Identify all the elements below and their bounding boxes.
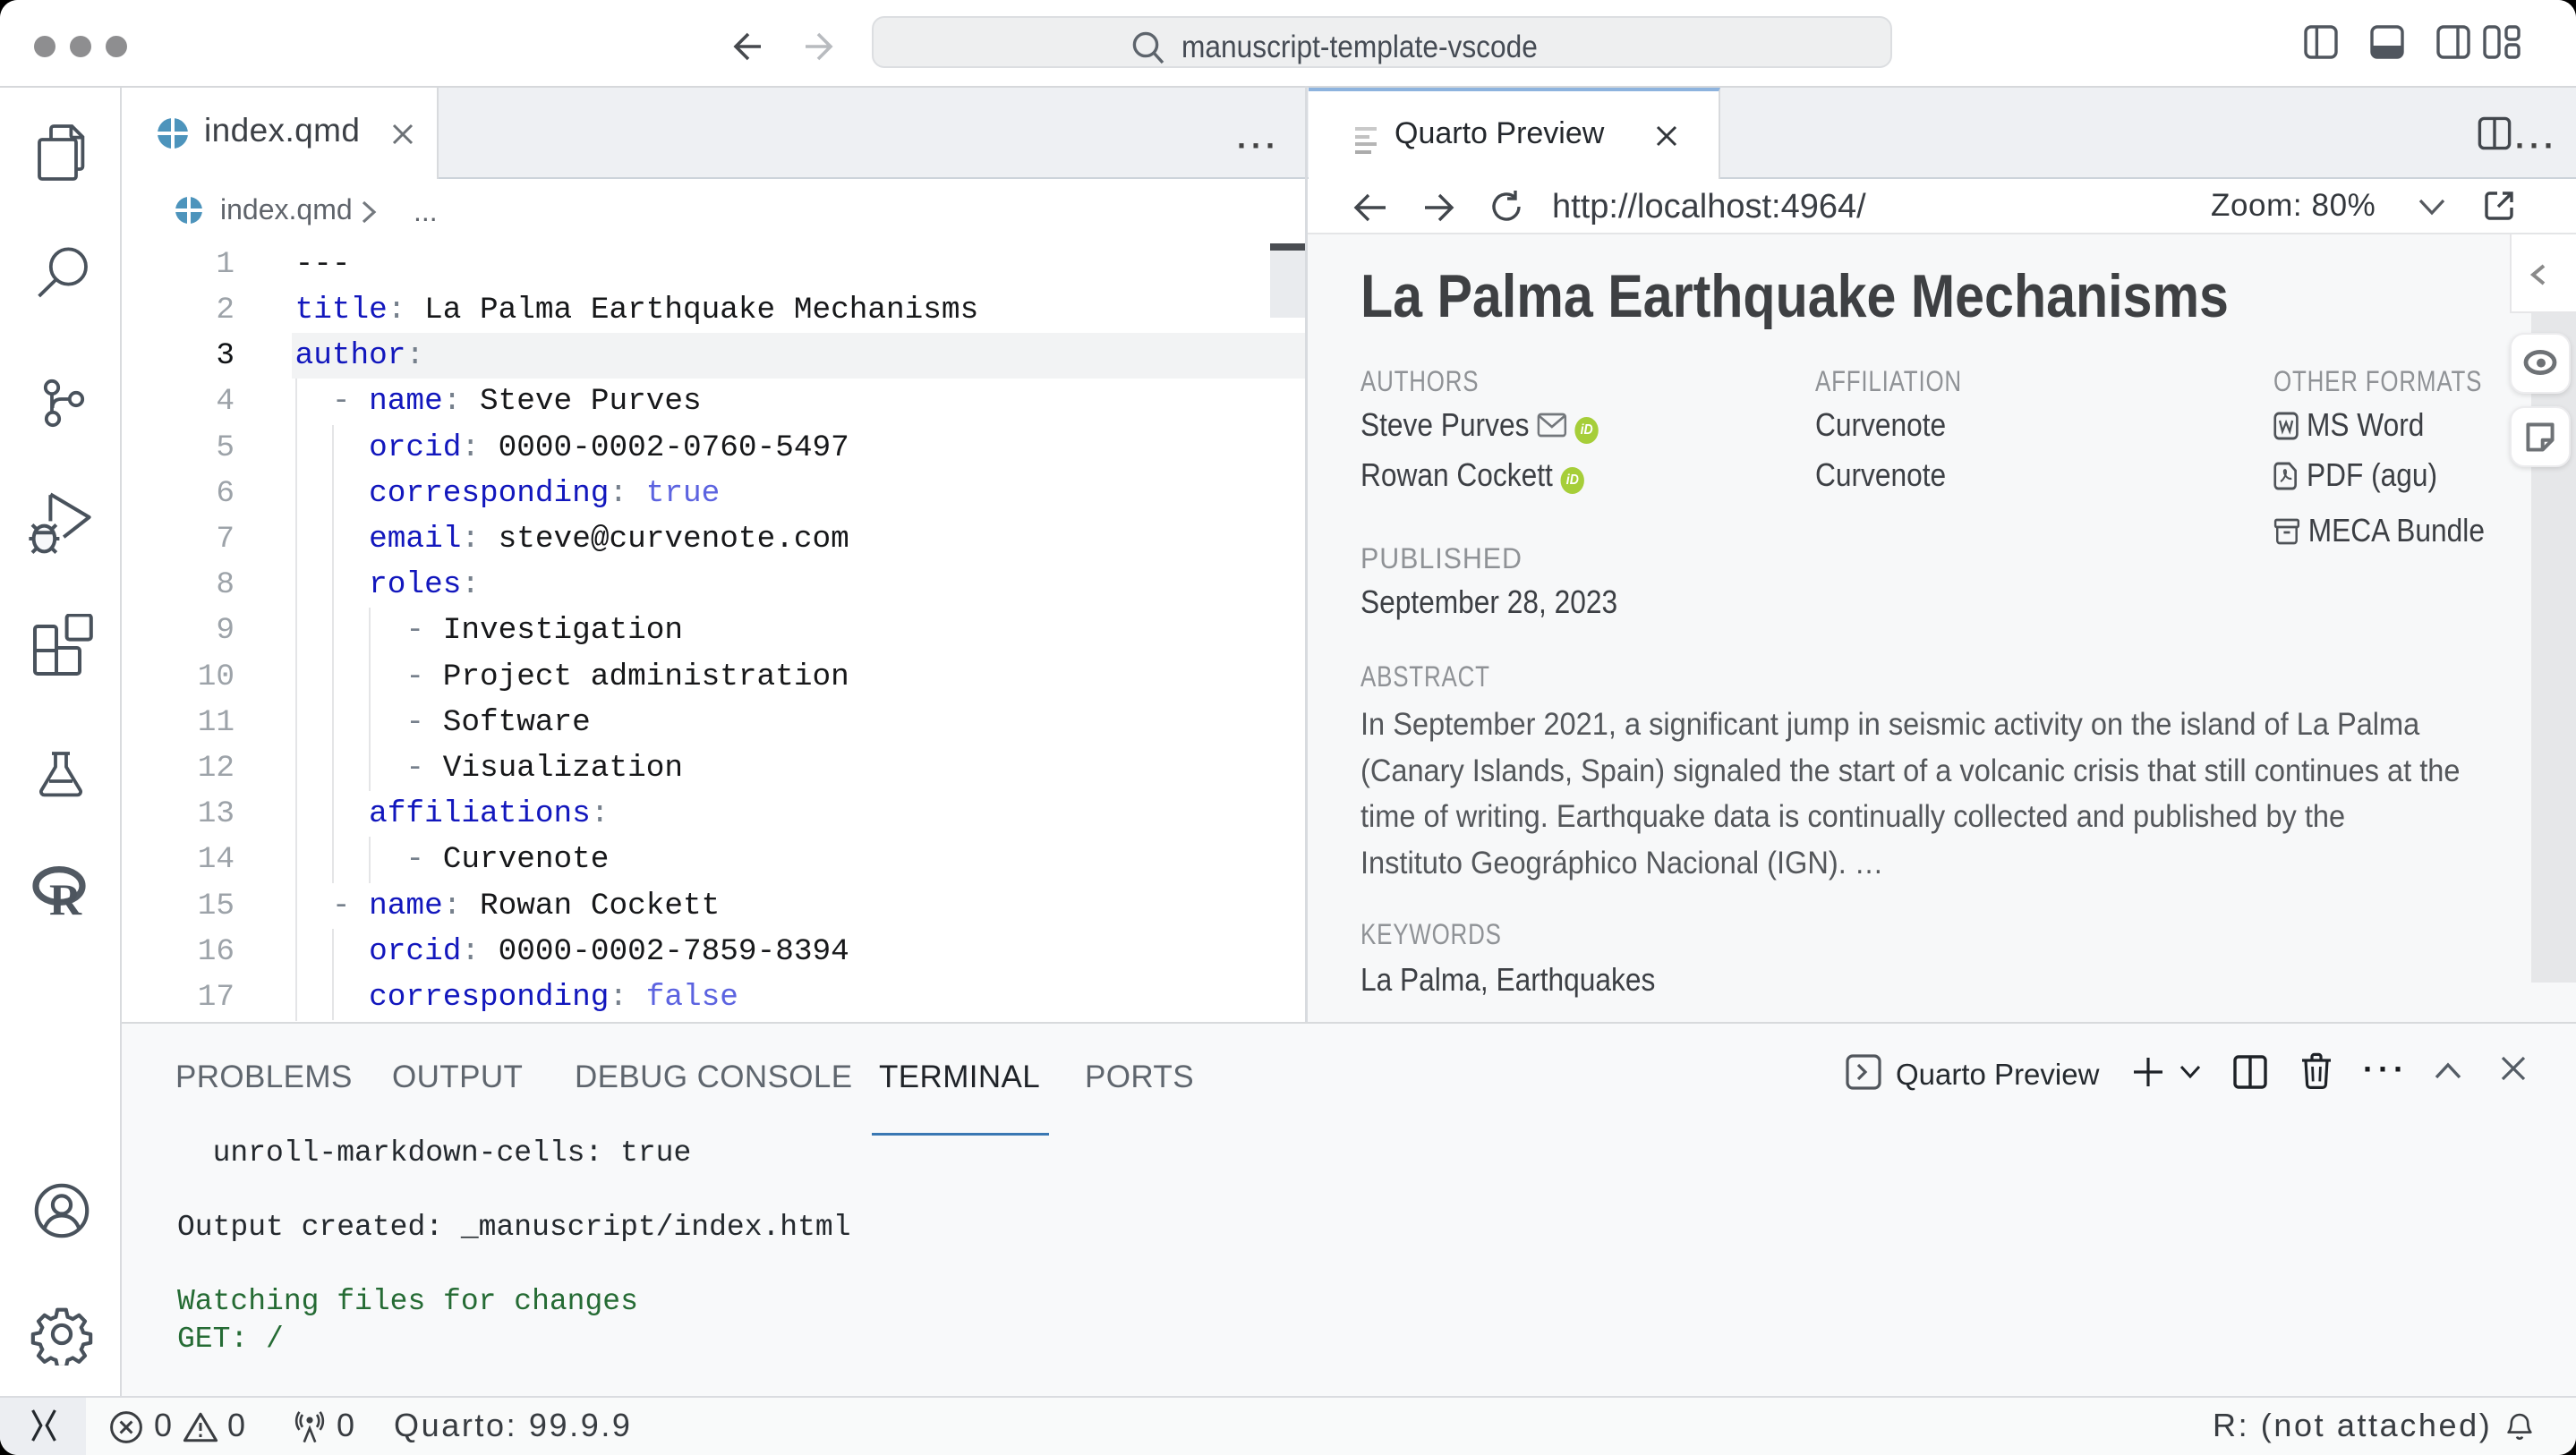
svg-text:R: R — [49, 874, 82, 922]
